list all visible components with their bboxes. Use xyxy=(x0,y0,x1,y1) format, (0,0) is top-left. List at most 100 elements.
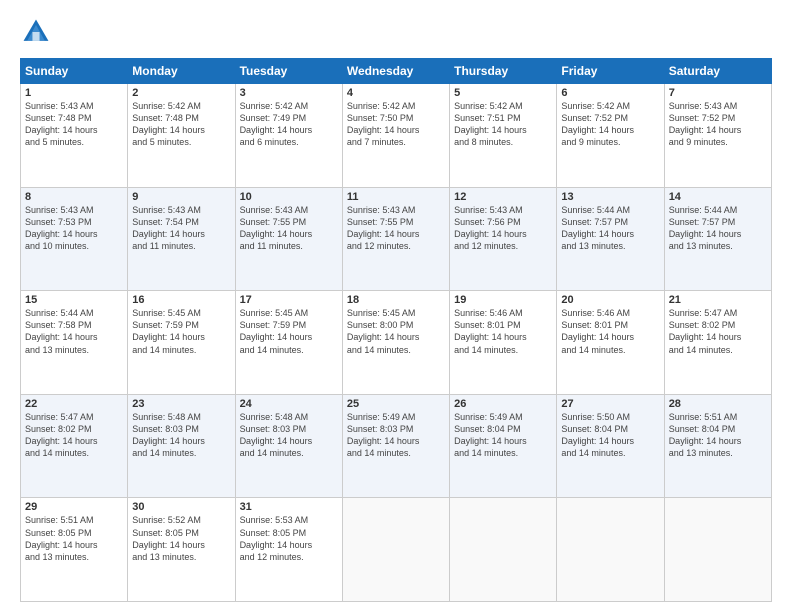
calendar-day-cell: 11Sunrise: 5:43 AMSunset: 7:55 PMDayligh… xyxy=(342,187,449,291)
calendar-header-monday: Monday xyxy=(128,59,235,84)
calendar-header-friday: Friday xyxy=(557,59,664,84)
day-number: 21 xyxy=(669,294,767,306)
calendar-day-cell: 27Sunrise: 5:50 AMSunset: 8:04 PMDayligh… xyxy=(557,394,664,498)
calendar-day-cell: 16Sunrise: 5:45 AMSunset: 7:59 PMDayligh… xyxy=(128,291,235,395)
day-info: Sunrise: 5:50 AMSunset: 8:04 PMDaylight:… xyxy=(561,411,659,460)
calendar-header-tuesday: Tuesday xyxy=(235,59,342,84)
calendar-week-row: 8Sunrise: 5:43 AMSunset: 7:53 PMDaylight… xyxy=(21,187,772,291)
day-info: Sunrise: 5:42 AMSunset: 7:52 PMDaylight:… xyxy=(561,100,659,149)
calendar-header-saturday: Saturday xyxy=(664,59,771,84)
day-info: Sunrise: 5:51 AMSunset: 8:04 PMDaylight:… xyxy=(669,411,767,460)
day-info: Sunrise: 5:43 AMSunset: 7:52 PMDaylight:… xyxy=(669,100,767,149)
day-info: Sunrise: 5:43 AMSunset: 7:56 PMDaylight:… xyxy=(454,204,552,253)
day-number: 7 xyxy=(669,87,767,99)
calendar-empty-cell xyxy=(450,498,557,602)
day-info: Sunrise: 5:51 AMSunset: 8:05 PMDaylight:… xyxy=(25,514,123,563)
day-info: Sunrise: 5:42 AMSunset: 7:51 PMDaylight:… xyxy=(454,100,552,149)
day-number: 5 xyxy=(454,87,552,99)
day-number: 6 xyxy=(561,87,659,99)
day-number: 18 xyxy=(347,294,445,306)
calendar-empty-cell xyxy=(664,498,771,602)
day-info: Sunrise: 5:43 AMSunset: 7:55 PMDaylight:… xyxy=(240,204,338,253)
calendar-day-cell: 31Sunrise: 5:53 AMSunset: 8:05 PMDayligh… xyxy=(235,498,342,602)
day-info: Sunrise: 5:48 AMSunset: 8:03 PMDaylight:… xyxy=(132,411,230,460)
calendar-header-row: SundayMondayTuesdayWednesdayThursdayFrid… xyxy=(21,59,772,84)
calendar-day-cell: 22Sunrise: 5:47 AMSunset: 8:02 PMDayligh… xyxy=(21,394,128,498)
day-number: 9 xyxy=(132,191,230,203)
day-info: Sunrise: 5:49 AMSunset: 8:04 PMDaylight:… xyxy=(454,411,552,460)
day-info: Sunrise: 5:44 AMSunset: 7:58 PMDaylight:… xyxy=(25,307,123,356)
day-number: 14 xyxy=(669,191,767,203)
day-info: Sunrise: 5:42 AMSunset: 7:49 PMDaylight:… xyxy=(240,100,338,149)
calendar-day-cell: 25Sunrise: 5:49 AMSunset: 8:03 PMDayligh… xyxy=(342,394,449,498)
day-info: Sunrise: 5:42 AMSunset: 7:48 PMDaylight:… xyxy=(132,100,230,149)
calendar-day-cell: 29Sunrise: 5:51 AMSunset: 8:05 PMDayligh… xyxy=(21,498,128,602)
calendar-day-cell: 3Sunrise: 5:42 AMSunset: 7:49 PMDaylight… xyxy=(235,84,342,188)
calendar-week-row: 22Sunrise: 5:47 AMSunset: 8:02 PMDayligh… xyxy=(21,394,772,498)
calendar-week-row: 29Sunrise: 5:51 AMSunset: 8:05 PMDayligh… xyxy=(21,498,772,602)
calendar-day-cell: 2Sunrise: 5:42 AMSunset: 7:48 PMDaylight… xyxy=(128,84,235,188)
calendar-day-cell: 30Sunrise: 5:52 AMSunset: 8:05 PMDayligh… xyxy=(128,498,235,602)
logo xyxy=(20,16,56,48)
day-info: Sunrise: 5:45 AMSunset: 7:59 PMDaylight:… xyxy=(132,307,230,356)
day-number: 13 xyxy=(561,191,659,203)
day-info: Sunrise: 5:53 AMSunset: 8:05 PMDaylight:… xyxy=(240,514,338,563)
day-number: 8 xyxy=(25,191,123,203)
day-number: 12 xyxy=(454,191,552,203)
calendar-day-cell: 24Sunrise: 5:48 AMSunset: 8:03 PMDayligh… xyxy=(235,394,342,498)
day-info: Sunrise: 5:47 AMSunset: 8:02 PMDaylight:… xyxy=(669,307,767,356)
calendar-day-cell: 12Sunrise: 5:43 AMSunset: 7:56 PMDayligh… xyxy=(450,187,557,291)
day-info: Sunrise: 5:46 AMSunset: 8:01 PMDaylight:… xyxy=(561,307,659,356)
day-number: 28 xyxy=(669,398,767,410)
day-info: Sunrise: 5:43 AMSunset: 7:53 PMDaylight:… xyxy=(25,204,123,253)
day-info: Sunrise: 5:43 AMSunset: 7:54 PMDaylight:… xyxy=(132,204,230,253)
day-info: Sunrise: 5:45 AMSunset: 8:00 PMDaylight:… xyxy=(347,307,445,356)
calendar-day-cell: 15Sunrise: 5:44 AMSunset: 7:58 PMDayligh… xyxy=(21,291,128,395)
day-number: 16 xyxy=(132,294,230,306)
day-number: 22 xyxy=(25,398,123,410)
day-number: 24 xyxy=(240,398,338,410)
calendar-day-cell: 6Sunrise: 5:42 AMSunset: 7:52 PMDaylight… xyxy=(557,84,664,188)
calendar-day-cell: 19Sunrise: 5:46 AMSunset: 8:01 PMDayligh… xyxy=(450,291,557,395)
day-info: Sunrise: 5:52 AMSunset: 8:05 PMDaylight:… xyxy=(132,514,230,563)
calendar-day-cell: 8Sunrise: 5:43 AMSunset: 7:53 PMDaylight… xyxy=(21,187,128,291)
page: SundayMondayTuesdayWednesdayThursdayFrid… xyxy=(0,0,792,612)
calendar-table: SundayMondayTuesdayWednesdayThursdayFrid… xyxy=(20,58,772,602)
calendar-day-cell: 4Sunrise: 5:42 AMSunset: 7:50 PMDaylight… xyxy=(342,84,449,188)
calendar-day-cell: 23Sunrise: 5:48 AMSunset: 8:03 PMDayligh… xyxy=(128,394,235,498)
day-number: 29 xyxy=(25,501,123,513)
day-number: 31 xyxy=(240,501,338,513)
day-number: 20 xyxy=(561,294,659,306)
calendar-day-cell: 5Sunrise: 5:42 AMSunset: 7:51 PMDaylight… xyxy=(450,84,557,188)
calendar-week-row: 15Sunrise: 5:44 AMSunset: 7:58 PMDayligh… xyxy=(21,291,772,395)
day-info: Sunrise: 5:46 AMSunset: 8:01 PMDaylight:… xyxy=(454,307,552,356)
calendar-day-cell: 21Sunrise: 5:47 AMSunset: 8:02 PMDayligh… xyxy=(664,291,771,395)
calendar-header-wednesday: Wednesday xyxy=(342,59,449,84)
day-number: 17 xyxy=(240,294,338,306)
day-number: 4 xyxy=(347,87,445,99)
day-info: Sunrise: 5:45 AMSunset: 7:59 PMDaylight:… xyxy=(240,307,338,356)
day-number: 15 xyxy=(25,294,123,306)
day-number: 26 xyxy=(454,398,552,410)
calendar-day-cell: 14Sunrise: 5:44 AMSunset: 7:57 PMDayligh… xyxy=(664,187,771,291)
calendar-day-cell: 1Sunrise: 5:43 AMSunset: 7:48 PMDaylight… xyxy=(21,84,128,188)
calendar-empty-cell xyxy=(342,498,449,602)
logo-icon xyxy=(20,16,52,48)
calendar-empty-cell xyxy=(557,498,664,602)
calendar-day-cell: 10Sunrise: 5:43 AMSunset: 7:55 PMDayligh… xyxy=(235,187,342,291)
calendar-day-cell: 18Sunrise: 5:45 AMSunset: 8:00 PMDayligh… xyxy=(342,291,449,395)
day-info: Sunrise: 5:42 AMSunset: 7:50 PMDaylight:… xyxy=(347,100,445,149)
day-info: Sunrise: 5:48 AMSunset: 8:03 PMDaylight:… xyxy=(240,411,338,460)
day-number: 23 xyxy=(132,398,230,410)
calendar-day-cell: 17Sunrise: 5:45 AMSunset: 7:59 PMDayligh… xyxy=(235,291,342,395)
day-number: 1 xyxy=(25,87,123,99)
calendar-header-thursday: Thursday xyxy=(450,59,557,84)
day-info: Sunrise: 5:49 AMSunset: 8:03 PMDaylight:… xyxy=(347,411,445,460)
calendar-day-cell: 28Sunrise: 5:51 AMSunset: 8:04 PMDayligh… xyxy=(664,394,771,498)
header xyxy=(20,16,772,48)
day-info: Sunrise: 5:47 AMSunset: 8:02 PMDaylight:… xyxy=(25,411,123,460)
calendar-week-row: 1Sunrise: 5:43 AMSunset: 7:48 PMDaylight… xyxy=(21,84,772,188)
calendar-day-cell: 13Sunrise: 5:44 AMSunset: 7:57 PMDayligh… xyxy=(557,187,664,291)
day-number: 25 xyxy=(347,398,445,410)
calendar-day-cell: 7Sunrise: 5:43 AMSunset: 7:52 PMDaylight… xyxy=(664,84,771,188)
